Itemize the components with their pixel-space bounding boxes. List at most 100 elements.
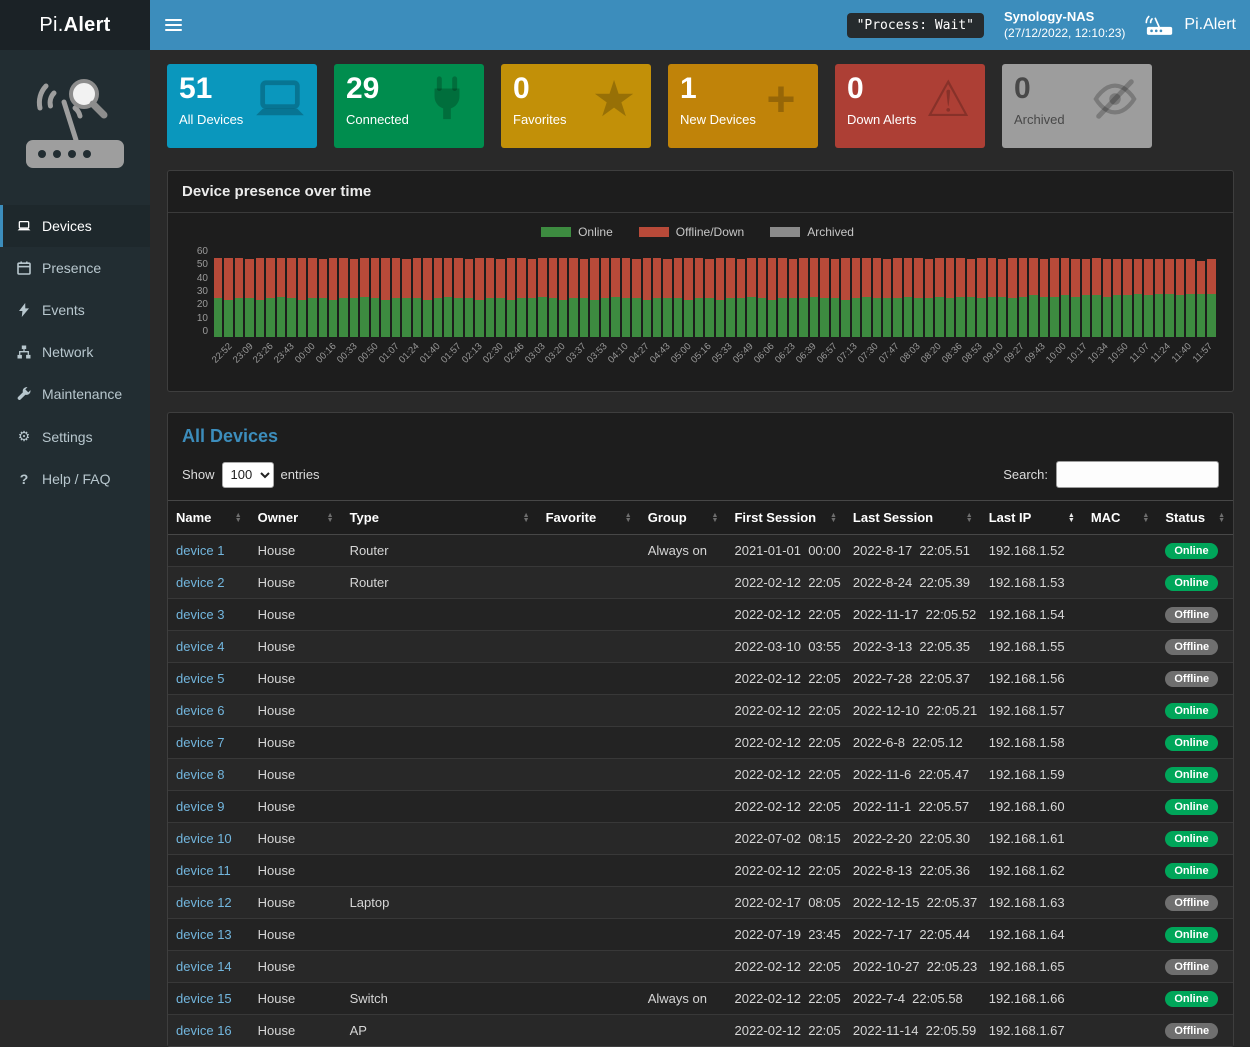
cell-name: device 6 — [168, 695, 250, 727]
device-link[interactable]: device 6 — [176, 703, 224, 718]
bar-segment-offline-down — [1029, 258, 1037, 296]
bar-segment-online — [1071, 297, 1079, 338]
bar-segment-offline-down — [517, 258, 525, 299]
sort-icon: ▲▼ — [1068, 513, 1075, 523]
column-header-group[interactable]: Group▲▼ — [640, 501, 727, 535]
sidebar-item-network[interactable]: Network — [0, 331, 150, 373]
device-link[interactable]: device 2 — [176, 575, 224, 590]
column-header-name[interactable]: Name▲▼ — [168, 501, 250, 535]
devices-table: Name▲▼Owner▲▼Type▲▼Favorite▲▼Group▲▼Firs… — [168, 500, 1233, 1046]
column-header-last_ip[interactable]: Last IP▲▼ — [981, 501, 1083, 535]
cell-group — [640, 887, 727, 919]
column-label: Type — [350, 510, 379, 525]
legend-item[interactable]: Offline/Down — [639, 225, 744, 239]
bar-segment-online — [967, 297, 975, 338]
sidebar-item-presence[interactable]: Presence — [0, 247, 150, 289]
bar-segment-offline-down — [371, 258, 379, 299]
chart-bar — [1113, 247, 1121, 337]
chart-bar — [726, 247, 734, 337]
sidebar-item-devices[interactable]: Devices — [0, 205, 150, 247]
app-logo[interactable]: Pi.Alert — [0, 0, 150, 50]
bar-segment-offline-down — [653, 258, 661, 299]
chart-bar — [601, 247, 609, 337]
bar-segment-online — [904, 297, 912, 338]
summary-card-connected[interactable]: 29Connected — [334, 64, 484, 148]
device-link[interactable]: device 7 — [176, 735, 224, 750]
legend-item[interactable]: Online — [541, 225, 613, 239]
column-header-owner[interactable]: Owner▲▼ — [250, 501, 342, 535]
summary-card-favorites[interactable]: 0Favorites★ — [501, 64, 651, 148]
cell-last_ip: 192.168.1.60 — [981, 791, 1083, 823]
device-link[interactable]: device 14 — [176, 959, 232, 974]
device-link[interactable]: device 12 — [176, 895, 232, 910]
chart-bar — [1050, 247, 1058, 337]
cell-mac — [1083, 887, 1158, 919]
table-row: device 2HouseRouter2022-02-12 22:052022-… — [168, 567, 1233, 599]
cell-last_ip: 192.168.1.66 — [981, 983, 1083, 1015]
cell-type — [342, 823, 538, 855]
entries-select[interactable]: 100 — [222, 462, 274, 488]
bar-segment-online — [684, 300, 692, 338]
bar-segment-online — [277, 297, 285, 338]
chart-bar — [486, 247, 494, 337]
device-link[interactable]: device 1 — [176, 543, 224, 558]
device-link[interactable]: device 11 — [176, 863, 231, 878]
column-header-status[interactable]: Status▲▼ — [1157, 501, 1233, 535]
bar-segment-online — [1134, 294, 1142, 338]
cell-type: Switch — [342, 983, 538, 1015]
summary-card-archived[interactable]: 0Archived — [1002, 64, 1152, 148]
x-tick-label: 01:40 — [418, 341, 443, 366]
device-link[interactable]: device 15 — [176, 991, 232, 1006]
sidebar-item-events[interactable]: Events — [0, 289, 150, 331]
x-tick-label: 01:07 — [377, 341, 402, 366]
chart-bar — [820, 247, 828, 337]
host-name: Synology-NAS — [1004, 9, 1125, 26]
bar-segment-offline-down — [308, 258, 316, 299]
bar-segment-offline-down — [339, 258, 347, 299]
sidebar-item-maintenance[interactable]: Maintenance — [0, 373, 150, 415]
summary-card-all-devices[interactable]: 51All Devices — [167, 64, 317, 148]
search-input[interactable] — [1056, 461, 1219, 488]
summary-card-new-devices[interactable]: 1New Devices+ — [668, 64, 818, 148]
legend-item[interactable]: Archived — [770, 225, 854, 239]
chart-bar — [392, 247, 400, 337]
bar-segment-online — [559, 300, 567, 338]
device-link[interactable]: device 16 — [176, 1023, 232, 1038]
sidebar-item-help-faq[interactable]: ?Help / FAQ — [0, 458, 150, 500]
sidebar-item-settings[interactable]: ⚙Settings — [0, 415, 150, 458]
bar-segment-offline-down — [256, 258, 264, 300]
sidebar-toggle-button[interactable] — [150, 0, 196, 50]
bar-segment-offline-down — [747, 258, 755, 297]
device-link[interactable]: device 5 — [176, 671, 224, 686]
bar-segment-offline-down — [831, 259, 839, 298]
summary-card-down-alerts[interactable]: 0Down Alerts⚠ — [835, 64, 985, 148]
column-header-last_session[interactable]: Last Session▲▼ — [845, 501, 981, 535]
column-header-mac[interactable]: MAC▲▼ — [1083, 501, 1158, 535]
cell-group — [640, 631, 727, 663]
bar-segment-offline-down — [1176, 259, 1184, 295]
bar-segment-online — [1082, 295, 1090, 337]
cell-status: Online — [1157, 727, 1233, 759]
device-link[interactable]: device 9 — [176, 799, 224, 814]
table-row: device 7House2022-02-12 22:052022-6-8 22… — [168, 727, 1233, 759]
column-label: First Session — [734, 510, 816, 525]
bar-segment-online — [810, 297, 818, 338]
cell-last_session: 2022-11-1 22:05.57 — [845, 791, 981, 823]
device-link[interactable]: device 10 — [176, 831, 232, 846]
chart-bar — [904, 247, 912, 337]
navbar-brand-right[interactable]: Pi.Alert — [1145, 13, 1236, 37]
bar-segment-online — [632, 298, 640, 337]
chart-bar — [444, 247, 452, 337]
device-link[interactable]: device 3 — [176, 607, 224, 622]
table-row: device 6House2022-02-12 22:052022-12-10 … — [168, 695, 1233, 727]
device-link[interactable]: device 8 — [176, 767, 224, 782]
table-row: device 16HouseAP2022-02-12 22:052022-11-… — [168, 1015, 1233, 1047]
chart-bar — [758, 247, 766, 337]
cell-owner: House — [250, 535, 342, 567]
cell-last_session: 2022-6-8 22:05.12 — [845, 727, 981, 759]
column-header-type[interactable]: Type▲▼ — [342, 501, 538, 535]
device-link[interactable]: device 13 — [176, 927, 232, 942]
device-link[interactable]: device 4 — [176, 639, 224, 654]
column-header-favorite[interactable]: Favorite▲▼ — [538, 501, 640, 535]
column-header-first_session[interactable]: First Session▲▼ — [726, 501, 844, 535]
